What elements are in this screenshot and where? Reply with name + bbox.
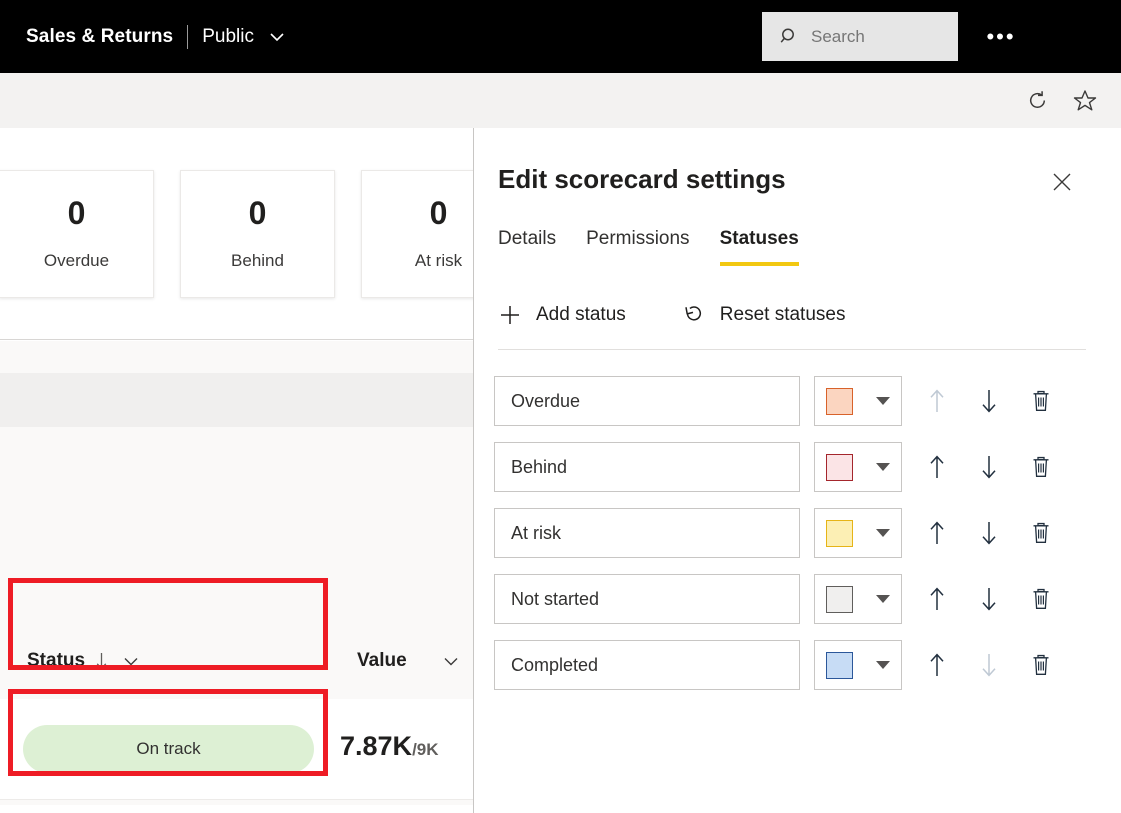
column-header-label: Value: [357, 650, 407, 671]
tab-statuses[interactable]: Statuses: [719, 228, 799, 266]
content-band-lower: [0, 427, 473, 628]
metric-value: 0: [67, 195, 86, 231]
move-up-button[interactable]: [920, 516, 954, 550]
delete-status-button[interactable]: [1024, 384, 1058, 418]
row-value-number: 7.87K: [340, 731, 413, 761]
status-row: Not started: [494, 574, 1104, 624]
table-row[interactable]: On track 7.87K/9K: [0, 699, 473, 800]
scorecard-toolbar: [0, 73, 1121, 128]
add-status-label: Add status: [536, 304, 626, 325]
top-navigation-bar: Sales & Returns Public •••: [0, 0, 1121, 73]
move-down-button: [972, 648, 1006, 682]
more-dots: •••: [986, 24, 1016, 49]
content-band-upper: [0, 341, 473, 373]
column-header-label: Status: [27, 650, 86, 671]
star-icon[interactable]: [1065, 81, 1105, 121]
search-box[interactable]: [762, 12, 958, 61]
chevron-down-icon[interactable]: [121, 651, 141, 671]
move-up-button: [920, 384, 954, 418]
move-down-button[interactable]: [972, 384, 1006, 418]
status-row: Overdue: [494, 376, 1104, 426]
status-color-picker[interactable]: [814, 442, 902, 492]
metric-value: 0: [429, 195, 448, 231]
reset-icon: [682, 303, 706, 327]
edit-scorecard-settings-panel: Edit scorecard settings Details Permissi…: [474, 128, 1121, 813]
tab-permissions[interactable]: Permissions: [586, 228, 689, 266]
color-swatch: [826, 387, 854, 415]
caret-down-icon: [875, 661, 890, 669]
panel-tabs: Details Permissions Statuses: [498, 228, 829, 266]
column-header-value[interactable]: Value: [357, 650, 461, 672]
status-row: Behind: [494, 442, 1104, 492]
reset-statuses-label: Reset statuses: [719, 304, 846, 325]
move-up-button[interactable]: [920, 450, 954, 484]
metric-cards-strip: 0 Overdue 0 Behind 0 At risk: [0, 128, 473, 340]
workspace-label[interactable]: Public: [202, 26, 254, 48]
move-down-button[interactable]: [972, 450, 1006, 484]
panel-actions: Add status Reset statuses: [498, 303, 845, 327]
move-down-button[interactable]: [972, 582, 1006, 616]
caret-down-icon: [875, 397, 890, 405]
panel-divider: [498, 349, 1086, 350]
metric-card-behind[interactable]: 0 Behind: [180, 170, 335, 298]
color-swatch: [826, 519, 854, 547]
brand-divider: [187, 24, 189, 49]
status-name-input[interactable]: Completed: [494, 640, 800, 690]
row-value: 7.87K/9K: [340, 731, 439, 762]
caret-down-icon: [875, 463, 890, 471]
more-horizontal-icon[interactable]: •••: [980, 20, 1022, 54]
status-color-picker[interactable]: [814, 376, 902, 426]
app-title: Sales & Returns: [26, 25, 174, 47]
metric-card-overdue[interactable]: 0 Overdue: [0, 170, 154, 298]
content-band-middle: [0, 373, 473, 427]
status-badge[interactable]: On track: [23, 725, 314, 773]
column-header-status[interactable]: Status: [27, 650, 141, 672]
search-input[interactable]: [811, 26, 941, 47]
scorecard-content: 0 Overdue 0 Behind 0 At risk Status Valu…: [0, 128, 473, 813]
row-value-target: /9K: [412, 740, 439, 759]
move-up-button[interactable]: [920, 582, 954, 616]
caret-down-icon: [875, 595, 890, 603]
status-color-picker[interactable]: [814, 508, 902, 558]
caret-down-icon: [875, 529, 890, 537]
table-row[interactable]: On track 1.25/2: [0, 805, 473, 813]
status-color-picker[interactable]: [814, 574, 902, 624]
reset-statuses-button[interactable]: Reset statuses: [682, 303, 846, 327]
metric-value: 0: [248, 195, 267, 231]
plus-icon: [498, 303, 522, 327]
table-header-row: Status Value: [0, 628, 473, 699]
status-row: Completed: [494, 640, 1104, 690]
status-name-input[interactable]: Overdue: [494, 376, 800, 426]
status-name-input[interactable]: Behind: [494, 442, 800, 492]
status-row: At risk: [494, 508, 1104, 558]
metric-card-at-risk[interactable]: 0 At risk: [361, 170, 473, 298]
delete-status-button[interactable]: [1024, 450, 1058, 484]
brand-group: Sales & Returns Public: [26, 24, 288, 49]
refresh-icon[interactable]: [1017, 81, 1057, 121]
add-status-button[interactable]: Add status: [498, 303, 626, 327]
chevron-down-icon[interactable]: [266, 26, 288, 48]
move-up-button[interactable]: [920, 648, 954, 682]
move-down-button[interactable]: [972, 516, 1006, 550]
metric-label: Behind: [231, 251, 284, 270]
delete-status-button[interactable]: [1024, 516, 1058, 550]
metric-label: Overdue: [43, 251, 110, 270]
tab-details[interactable]: Details: [498, 228, 556, 266]
metric-label: At risk: [414, 251, 463, 270]
color-swatch: [826, 651, 854, 679]
page-title: Edit scorecard settings: [498, 164, 786, 194]
color-swatch: [826, 585, 854, 613]
close-icon[interactable]: [1044, 164, 1080, 200]
status-name-input[interactable]: Not started: [494, 574, 800, 624]
search-icon: [780, 27, 799, 46]
status-list: Overdue Behind At risk Not started Compl…: [494, 376, 1104, 706]
status-name-input[interactable]: At risk: [494, 508, 800, 558]
color-swatch: [826, 453, 854, 481]
status-color-picker[interactable]: [814, 640, 902, 690]
delete-status-button[interactable]: [1024, 582, 1058, 616]
delete-status-button[interactable]: [1024, 648, 1058, 682]
sort-descending-arrow-icon: [94, 652, 109, 671]
chevron-down-icon[interactable]: [441, 651, 461, 671]
